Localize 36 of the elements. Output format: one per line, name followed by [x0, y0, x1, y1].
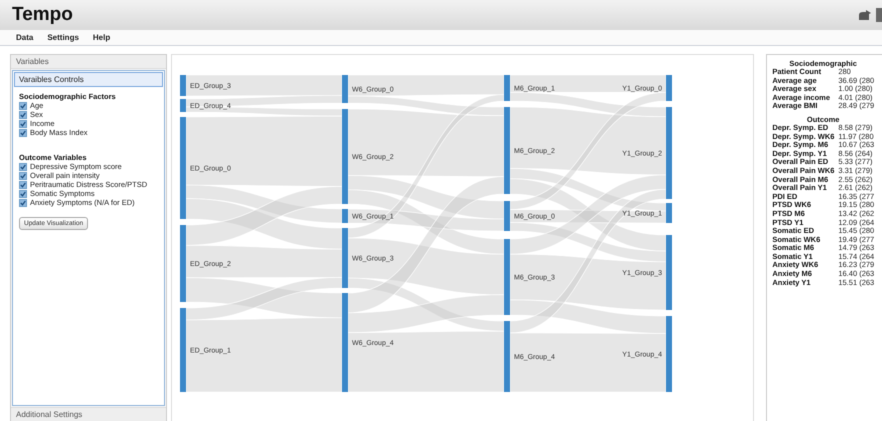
node-bar[interactable] — [342, 293, 348, 392]
node-bar[interactable] — [666, 75, 672, 101]
node-bar[interactable] — [504, 75, 510, 101]
node-bar[interactable] — [342, 209, 348, 223]
panel-header[interactable]: Additional Settings — [11, 407, 166, 421]
checkbox[interactable] — [19, 128, 27, 136]
node-bar[interactable] — [180, 225, 186, 302]
panel-header[interactable]: Varaibles Controls — [14, 72, 163, 87]
checkbox[interactable] — [19, 110, 27, 118]
node-bar[interactable] — [504, 239, 510, 315]
node-bar[interactable] — [342, 75, 348, 103]
checkbox[interactable] — [19, 172, 27, 180]
menu-item[interactable]: Settings — [47, 33, 79, 42]
node-bar[interactable] — [342, 228, 348, 288]
checkbox[interactable] — [19, 102, 27, 110]
node-bar[interactable] — [666, 203, 672, 223]
checkbox[interactable] — [19, 180, 27, 188]
node-bar[interactable] — [180, 117, 186, 219]
checkbox[interactable] — [19, 162, 27, 170]
node-bar[interactable] — [666, 235, 672, 310]
menu-item[interactable]: Data — [16, 33, 34, 42]
node-bar[interactable] — [342, 109, 348, 204]
app-title: Tempo — [12, 4, 73, 26]
node-bar[interactable] — [504, 321, 510, 392]
node-bar[interactable] — [180, 308, 186, 392]
node-bar[interactable] — [180, 75, 186, 96]
checkbox[interactable] — [19, 198, 27, 206]
node-bar[interactable] — [666, 107, 672, 199]
panel-header[interactable]: Variables — [11, 55, 166, 69]
node-bar[interactable] — [180, 99, 186, 112]
node-bar[interactable] — [504, 201, 510, 231]
node-bar[interactable] — [666, 316, 672, 392]
menu-item[interactable]: Help — [92, 33, 110, 42]
node-bar[interactable] — [504, 107, 510, 194]
checkbox[interactable] — [19, 190, 27, 198]
checkbox[interactable] — [19, 120, 27, 128]
